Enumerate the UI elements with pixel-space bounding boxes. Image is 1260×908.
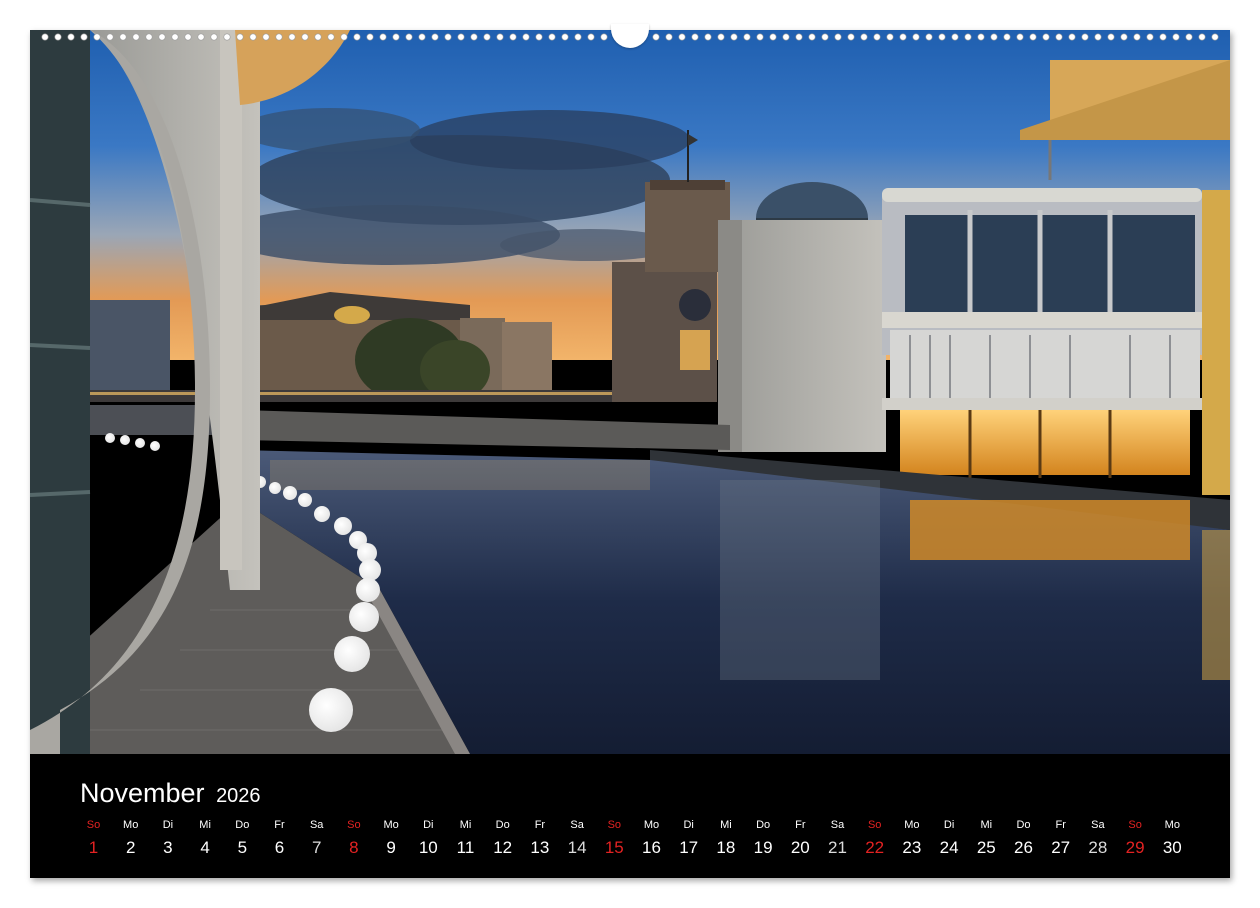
- weekday-label: Do: [495, 819, 510, 831]
- day-number: 15: [604, 838, 624, 857]
- day-number: 12: [493, 838, 513, 857]
- day-number: 28: [1088, 838, 1108, 857]
- day-number: 3: [163, 838, 173, 857]
- day-cell: Mo 16: [633, 818, 670, 858]
- day-number: 18: [716, 838, 736, 857]
- weekday-label: Mi: [720, 819, 732, 831]
- day-cell: Di 10: [410, 818, 447, 858]
- year-label: 2026: [216, 785, 261, 807]
- weekday-label: Sa: [309, 819, 324, 831]
- day-number: 20: [790, 838, 810, 857]
- day-number: 17: [679, 838, 699, 857]
- day-cell: Mo 30: [1154, 818, 1191, 858]
- day-number: 27: [1051, 838, 1071, 857]
- weekday-label: So: [1128, 819, 1142, 831]
- day-number: 6: [274, 838, 285, 857]
- day-number: 1: [88, 838, 99, 857]
- day-number: 14: [567, 838, 587, 857]
- weekday-label: Mo: [383, 819, 399, 831]
- weekday-label: Mi: [980, 819, 993, 831]
- day-number: 4: [200, 838, 210, 857]
- day-number: 21: [828, 838, 847, 857]
- day-cell: Fr 20: [782, 818, 819, 858]
- day-number: 7: [311, 838, 322, 857]
- day-cell: Mo 9: [373, 818, 410, 858]
- weekday-label: Sa: [830, 819, 845, 831]
- month-name: November: [80, 778, 205, 808]
- day-number: 24: [939, 838, 959, 857]
- weekday-label: Do: [1016, 819, 1031, 831]
- day-cell: Do 26: [1005, 818, 1042, 858]
- day-number: 13: [530, 838, 550, 857]
- weekday-label: Di: [423, 819, 434, 831]
- cityscape-photo: [30, 30, 1230, 754]
- weekday-label: Mi: [459, 819, 472, 831]
- day-cell: Di 24: [931, 818, 968, 858]
- month-title: November 2026: [80, 778, 261, 809]
- day-cell: Mo 2: [112, 818, 149, 858]
- day-cell: Mi 11: [447, 818, 484, 858]
- day-number: 22: [865, 838, 885, 857]
- day-number: 9: [386, 838, 396, 857]
- weekday-label: Fr: [274, 819, 285, 831]
- day-number: 29: [1125, 838, 1145, 857]
- weekday-label: Mo: [643, 819, 660, 831]
- day-cell: Fr 6: [261, 818, 298, 858]
- day-number: 8: [349, 838, 359, 857]
- weekday-label: So: [867, 819, 882, 831]
- weekday-label: Sa: [1091, 819, 1105, 831]
- weekday-label: Sa: [570, 819, 584, 831]
- day-cell: So 22: [856, 818, 893, 858]
- day-cell: Mi 4: [187, 818, 224, 858]
- weekday-label: So: [86, 819, 101, 831]
- weekday-label: Di: [162, 819, 174, 831]
- day-number: 5: [237, 838, 248, 857]
- weekday-label: Di: [683, 819, 694, 831]
- day-number: 25: [976, 838, 996, 857]
- weekday-label: Do: [235, 819, 250, 831]
- days-row: So 1 Mo 2 Di 3 Mi 4 Do 5 Fr 6 Sa 7 So 8 Mo 9 Di 10 Mi 11 Do 12 F…: [75, 818, 1192, 878]
- day-number: 10: [418, 838, 438, 857]
- weekday-label: Mo: [1164, 819, 1180, 831]
- day-cell: Mi 25: [968, 818, 1005, 858]
- day-number: 2: [125, 838, 136, 857]
- weekday-label: Mo: [904, 819, 920, 831]
- day-cell: Do 19: [745, 818, 782, 858]
- day-cell: Mi 18: [707, 818, 744, 858]
- day-cell: So 8: [335, 818, 372, 858]
- calendar-sheet: November 2026 So 1 Mo 2 Di 3 Mi 4 Do 5 Fr 6 Sa 7 So 8 Mo…: [30, 30, 1230, 878]
- day-number: 11: [456, 838, 475, 857]
- day-cell: Sa 7: [298, 818, 335, 858]
- day-number: 30: [1162, 838, 1182, 857]
- calendar-bar: November 2026 So 1 Mo 2 Di 3 Mi 4 Do 5 Fr 6 Sa 7 So 8 Mo…: [30, 754, 1230, 878]
- weekday-label: Mo: [123, 819, 139, 831]
- day-cell: Sa 28: [1079, 818, 1116, 858]
- weekday-label: Fr: [534, 819, 546, 831]
- day-cell: Sa 14: [559, 818, 596, 858]
- weekday-label: Fr: [1055, 819, 1066, 831]
- day-cell: So 15: [596, 818, 633, 858]
- day-cell: Mo 23: [893, 818, 930, 858]
- day-cell: Fr 27: [1042, 818, 1079, 858]
- day-cell: Di 3: [149, 818, 186, 858]
- day-cell: Fr 13: [521, 818, 558, 858]
- calendar-page: November 2026 So 1 Mo 2 Di 3 Mi 4 Do 5 Fr 6 Sa 7 So 8 Mo…: [0, 0, 1260, 908]
- weekday-label: Mi: [199, 819, 211, 831]
- weekday-label: Fr: [795, 819, 806, 831]
- weekday-label: Di: [943, 819, 955, 831]
- day-number: 16: [642, 838, 661, 857]
- day-number: 19: [753, 838, 773, 857]
- day-cell: Di 17: [670, 818, 707, 858]
- day-cell: So 29: [1117, 818, 1154, 858]
- day-number: 26: [1014, 838, 1033, 857]
- day-cell: So 1: [75, 818, 112, 858]
- weekday-label: So: [607, 819, 622, 831]
- day-number: 23: [902, 838, 922, 857]
- day-cell: Do 12: [484, 818, 521, 858]
- weekday-label: Do: [756, 819, 771, 831]
- day-cell: Do 5: [224, 818, 261, 858]
- day-cell: Sa 21: [819, 818, 856, 858]
- weekday-label: So: [347, 819, 361, 831]
